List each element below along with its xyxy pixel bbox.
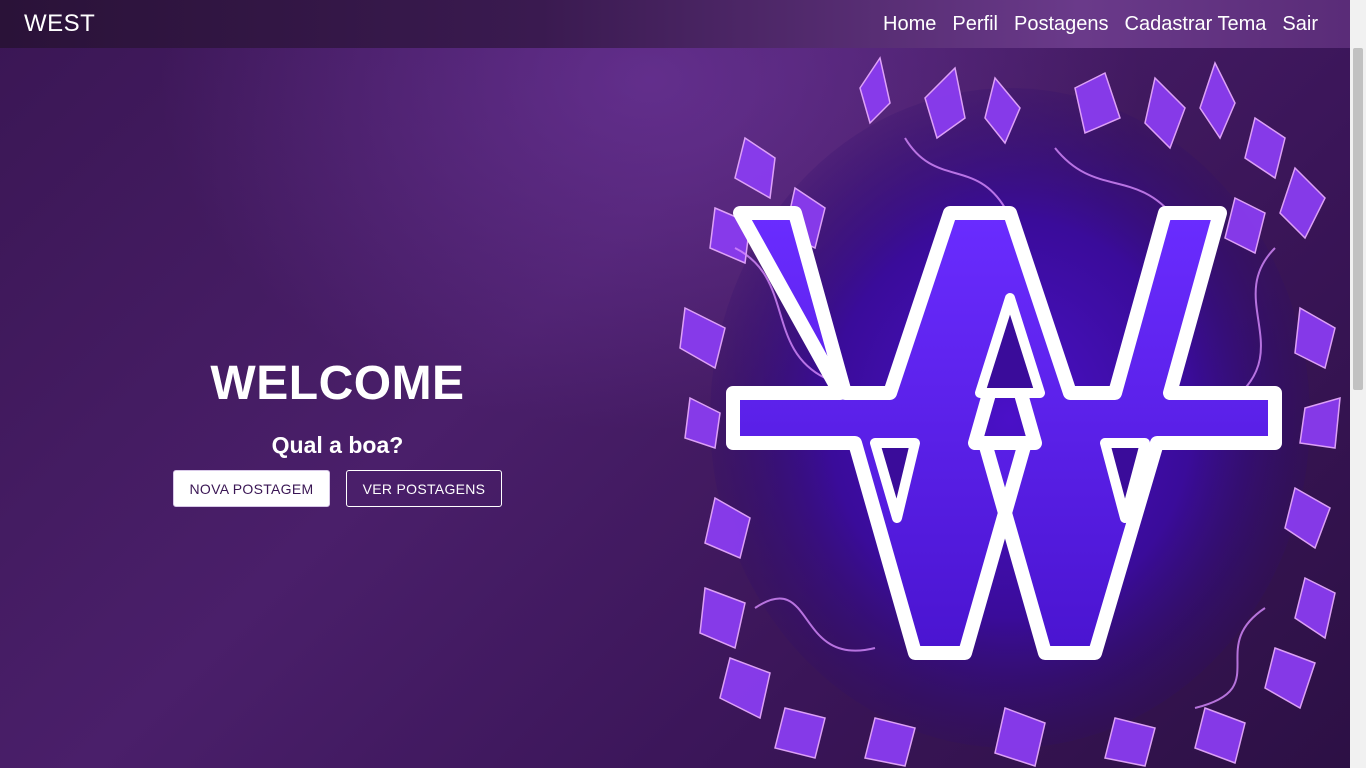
hero-text-section: WELCOME Qual a boa? NOVA POSTAGEM VER PO… bbox=[0, 0, 675, 768]
hero-title: WELCOME bbox=[210, 357, 465, 410]
nav-link-perfil[interactable]: Perfil bbox=[952, 13, 998, 36]
page: WEST Home Perfil Postagens Cadastrar Tem… bbox=[0, 0, 1366, 768]
won-sign-flame-logo-icon bbox=[675, 48, 1350, 768]
nav-links: Home Perfil Postagens Cadastrar Tema Sai… bbox=[883, 13, 1318, 36]
nav-link-postagens[interactable]: Postagens bbox=[1014, 13, 1109, 36]
view-posts-button[interactable]: VER POSTAGENS bbox=[346, 470, 502, 507]
scrollbar-thumb[interactable] bbox=[1353, 48, 1363, 390]
hero-subtitle: Qual a boa? bbox=[271, 432, 404, 458]
nav-link-cadastrar-tema[interactable]: Cadastrar Tema bbox=[1125, 13, 1267, 36]
nav-link-home[interactable]: Home bbox=[883, 13, 936, 36]
new-post-button[interactable]: NOVA POSTAGEM bbox=[173, 470, 330, 507]
page-scrollbar[interactable] bbox=[1350, 0, 1366, 768]
nav-link-sair[interactable]: Sair bbox=[1282, 13, 1318, 36]
